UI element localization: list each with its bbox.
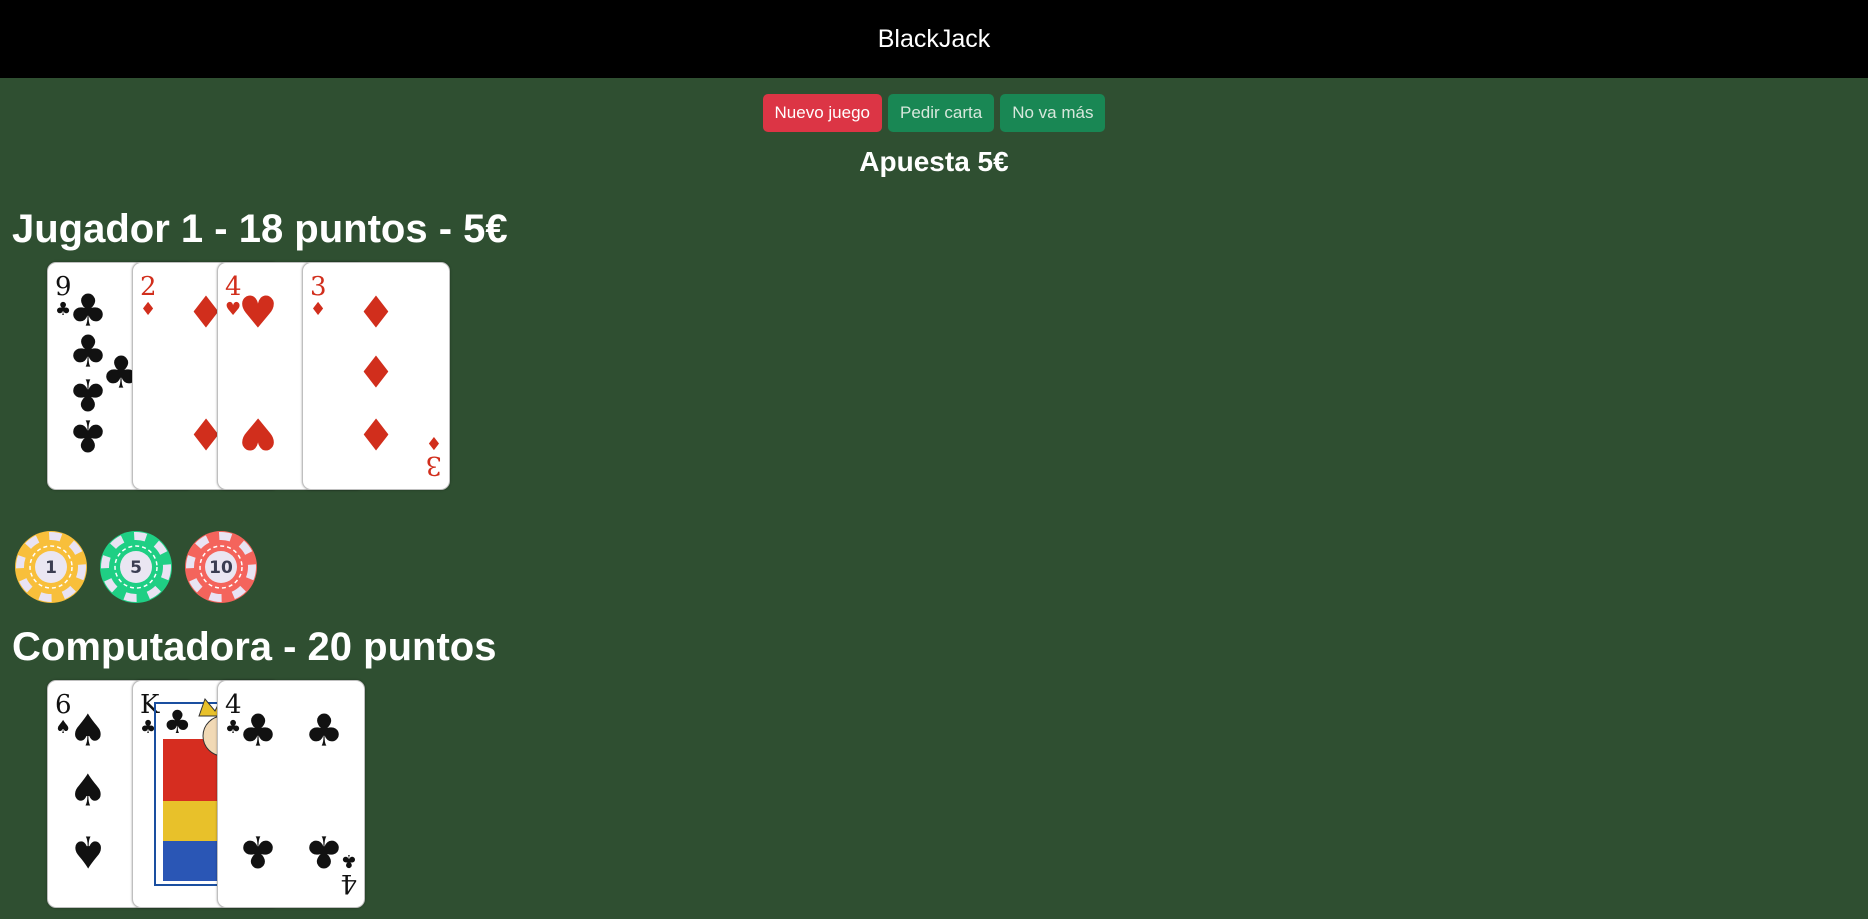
diamonds-pip-icon: ♦	[356, 288, 395, 339]
card-rank-index: 3	[425, 450, 442, 480]
chip-value-label: 5	[130, 558, 142, 578]
diamonds-index-icon: ♦	[140, 299, 156, 320]
card-face: 4♣4♣♣ ♣♣ ♣	[225, 690, 357, 898]
diamonds-index-icon: ♦	[310, 299, 326, 320]
spades-pip-icon: ♠	[68, 826, 107, 877]
computer-card-4-clubs: 4 ♣ 4 ♣ ♣ ♣ ♣ ♣	[217, 680, 365, 908]
card-face: 3♦3♦♦♦♦	[310, 272, 442, 480]
chip-5-button[interactable]: 5	[99, 530, 173, 604]
player-card-3-diamonds: 3 ♦ 3 ♦ ♦ ♦ ♦	[302, 262, 450, 490]
chip-10-button[interactable]: 10	[184, 530, 258, 604]
computer-title: Computadora - 20 puntos	[12, 625, 497, 669]
card-rank-index: K	[140, 690, 160, 720]
clubs-icon: ♣	[163, 703, 192, 741]
diamonds-index-icon: ♦	[426, 432, 442, 453]
hit-button[interactable]: Pedir carta	[888, 94, 995, 132]
hearts-pip-icon: ♥	[238, 408, 277, 459]
card-rank-index: 2	[140, 272, 157, 302]
diamonds-pip-icon: ♦	[356, 408, 395, 459]
clubs-pip-icon: ♣	[304, 706, 343, 757]
new-game-button[interactable]: Nuevo juego	[762, 94, 882, 132]
bet-label: Apuesta 5€	[859, 146, 1009, 177]
app-title: BlackJack	[877, 24, 991, 53]
chip-1-button[interactable]: 1	[14, 530, 88, 604]
controls: Nuevo juego Pedir carta No va más	[0, 94, 1868, 132]
diamonds-pip-icon: ♦	[356, 348, 395, 399]
chip-value-label: 10	[209, 558, 233, 578]
clubs-index-icon: ♣	[140, 717, 156, 738]
spades-pip-icon: ♠	[68, 706, 107, 757]
spades-pip-icon: ♠	[68, 766, 107, 817]
clubs-pip-icon: ♣	[238, 826, 277, 877]
top-bar: BlackJack	[0, 0, 1868, 78]
player-title: Jugador 1 - 18 puntos - 5€	[12, 207, 508, 251]
chip-value-label: 1	[45, 558, 57, 578]
hearts-pip-icon: ♥	[238, 288, 277, 339]
card-rank-index: 3	[310, 272, 327, 302]
clubs-pip-icon: ♣	[304, 826, 343, 877]
clubs-pip-icon: ♣	[238, 706, 277, 757]
stand-button[interactable]: No va más	[1000, 94, 1106, 132]
clubs-pip-icon: ♣	[68, 410, 107, 461]
